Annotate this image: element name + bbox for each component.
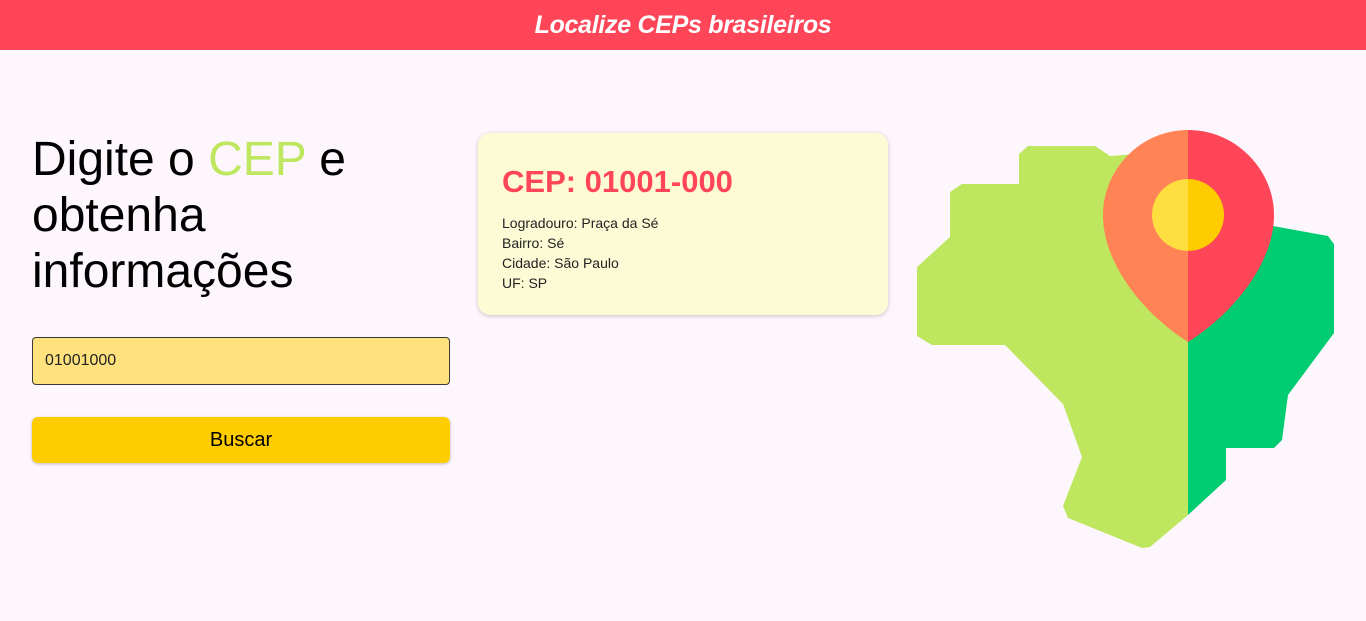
app-header: Localize CEPs brasileiros — [0, 0, 1366, 50]
result-bairro: Bairro: Sé — [502, 235, 565, 251]
headline-accent-cep: CEP — [208, 133, 306, 186]
result-cidade: Cidade: São Paulo — [502, 255, 619, 271]
result-logradouro: Logradouro: Praça da Sé — [502, 215, 659, 231]
brazil-map-location-pin-icon — [914, 128, 1338, 557]
headline-text-start: Digite o — [32, 133, 209, 186]
page-headline: Digite o CEP e obtenha informações — [32, 132, 452, 300]
cep-input[interactable] — [32, 337, 450, 385]
result-cep-title: CEP: 01001-000 — [502, 164, 733, 199]
search-button[interactable]: Buscar — [32, 417, 450, 463]
result-card: CEP: 01001-000 Logradouro: Praça da Sé B… — [478, 133, 888, 315]
app-title: Localize CEPs brasileiros — [534, 10, 832, 39]
result-uf: UF: SP — [502, 275, 548, 291]
